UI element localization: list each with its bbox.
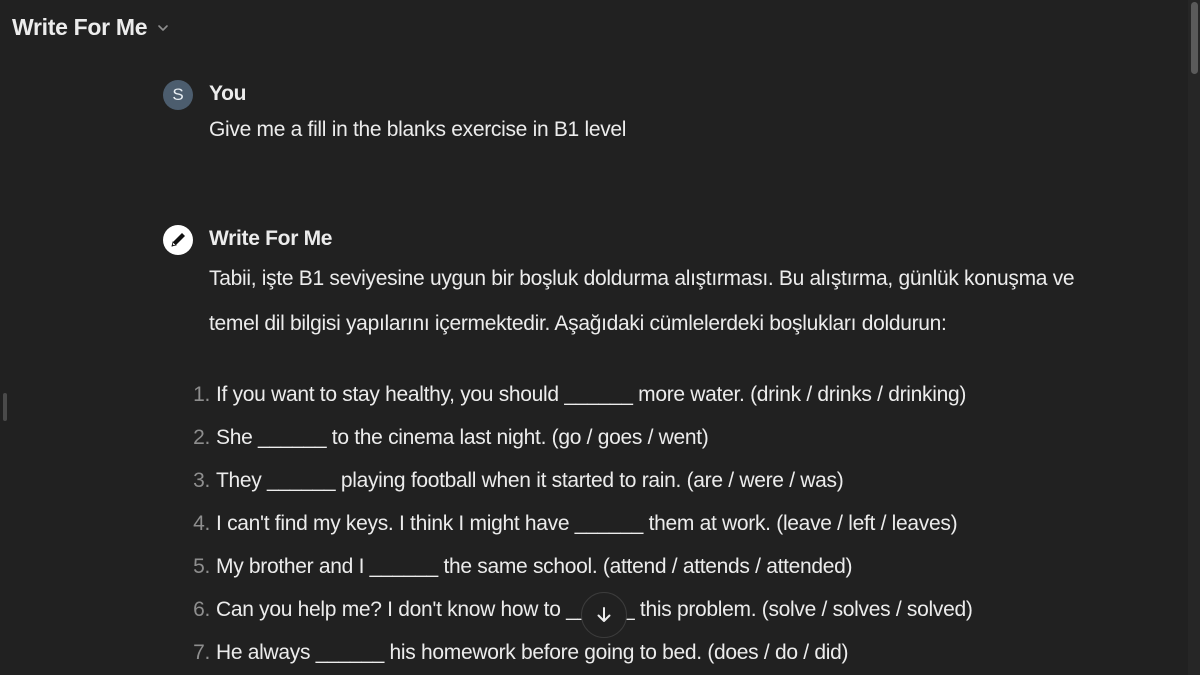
assistant-avatar	[163, 225, 193, 255]
chat-page: Write For Me S You Give me a fill in the…	[0, 0, 1200, 675]
list-item-text: They ______ playing football when it sta…	[216, 469, 844, 492]
list-item: 2. She ______ to the cinema last night. (…	[186, 426, 709, 450]
model-selector[interactable]: Write For Me	[12, 14, 169, 41]
list-item-number: 6.	[193, 598, 210, 621]
arrow-down-icon	[597, 607, 611, 622]
sidebar-resize-handle[interactable]	[3, 393, 7, 421]
assistant-intro-line-1: Tabii, işte B1 seviyesine uygun bir boşl…	[209, 267, 1075, 290]
list-item-number: 1.	[193, 383, 210, 406]
scrollbar-thumb[interactable]	[1191, 2, 1198, 74]
list-item-text: My brother and I ______ the same school.…	[216, 555, 853, 578]
list-item: 3. They ______ playing football when it s…	[186, 469, 844, 493]
list-item-text: She ______ to the cinema last night. (go…	[216, 426, 709, 449]
user-sender-name: You	[209, 82, 247, 105]
chat-title: Write For Me	[12, 14, 148, 40]
chevron-down-icon	[158, 24, 169, 31]
list-item-number: 4.	[193, 512, 210, 535]
assistant-intro-line-2: temel dil bilgisi yapılarını içermektedi…	[209, 312, 947, 335]
list-item-text: If you want to stay healthy, you should …	[216, 383, 967, 406]
list-item: 5. My brother and I ______ the same schoo…	[186, 555, 852, 579]
list-item: 6.Can you help me? I don't know how to _…	[186, 598, 973, 622]
list-item: 7. He always ______ his homework before g…	[186, 641, 848, 665]
scrollbar[interactable]	[1188, 0, 1200, 675]
list-item-number: 5.	[193, 555, 210, 578]
user-message: S You Give me a fill in the blanks exerc…	[163, 80, 1063, 150]
scroll-to-bottom-button[interactable]	[581, 592, 627, 638]
list-item-text: He always ______ his homework before goi…	[216, 641, 849, 664]
list-item-text: I can't find my keys. I think I might ha…	[216, 512, 958, 535]
pen-icon	[171, 233, 185, 247]
list-item: 1. If you want to stay healthy, you shoul…	[186, 383, 966, 407]
list-item-number: 7.	[193, 641, 210, 664]
user-message-text: Give me a fill in the blanks exercise in…	[209, 118, 627, 141]
user-avatar-letter: S	[172, 85, 184, 104]
user-avatar: S	[163, 80, 193, 110]
list-item-number: 2.	[193, 426, 210, 449]
list-item-number: 3.	[193, 469, 210, 492]
assistant-sender-name: Write For Me	[209, 227, 333, 250]
list-item: 4. I can't find my keys. I think I might …	[186, 512, 957, 536]
